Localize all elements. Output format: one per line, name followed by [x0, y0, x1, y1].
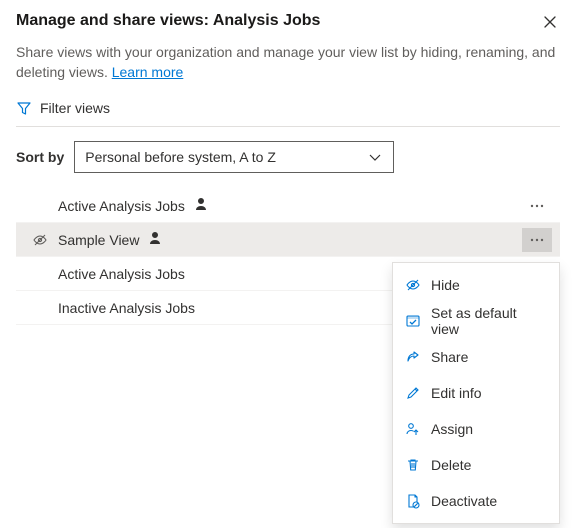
menu-item-assign[interactable]: Assign [393, 411, 559, 447]
view-label: Active Analysis Jobs [58, 198, 185, 214]
default-icon [405, 313, 421, 329]
view-hidden-indicator [28, 232, 52, 248]
delete-icon [405, 457, 421, 473]
menu-item-edit[interactable]: Edit info [393, 375, 559, 411]
more-icon [529, 198, 545, 214]
learn-more-link[interactable]: Learn more [112, 64, 184, 80]
menu-item-delete[interactable]: Delete [393, 447, 559, 483]
hide-icon [32, 232, 48, 248]
share-icon [405, 349, 421, 365]
view-row[interactable]: Sample View [16, 223, 560, 257]
more-actions-button[interactable] [522, 194, 552, 218]
view-label: Inactive Analysis Jobs [58, 300, 195, 316]
person-icon [147, 230, 163, 249]
menu-item-default[interactable]: Set as default view [393, 303, 559, 339]
more-icon [529, 232, 545, 248]
assign-icon [405, 421, 421, 437]
chevron-down-icon [367, 149, 383, 165]
edit-icon [405, 385, 421, 401]
sort-by-label: Sort by [16, 149, 64, 165]
menu-item-label: Hide [431, 277, 460, 293]
panel-description: Share views with your organization and m… [16, 42, 560, 82]
sort-by-selected-value: Personal before system, A to Z [85, 149, 276, 165]
hide-icon [405, 277, 421, 293]
view-context-menu: Hide Set as default view Share Edit info Ass… [392, 262, 560, 524]
menu-item-hide[interactable]: Hide [393, 267, 559, 303]
menu-item-label: Deactivate [431, 493, 497, 509]
sort-by-select[interactable]: Personal before system, A to Z [74, 141, 394, 173]
close-icon [542, 14, 558, 30]
deactivate-icon [405, 493, 421, 509]
more-actions-button[interactable] [522, 228, 552, 252]
description-text: Share views with your organization and m… [16, 44, 555, 80]
person-icon [193, 196, 209, 215]
menu-item-label: Assign [431, 421, 473, 437]
menu-item-label: Set as default view [431, 305, 547, 337]
view-label: Sample View [58, 232, 139, 248]
filter-views-button[interactable]: Filter views [16, 100, 560, 116]
divider [16, 126, 560, 127]
close-button[interactable] [540, 12, 560, 32]
view-label: Active Analysis Jobs [58, 266, 185, 282]
panel-title: Manage and share views: Analysis Jobs [16, 12, 320, 30]
view-row[interactable]: Active Analysis Jobs [16, 189, 560, 223]
menu-item-share[interactable]: Share [393, 339, 559, 375]
filter-icon [16, 100, 32, 116]
menu-item-deactivate[interactable]: Deactivate [393, 483, 559, 519]
menu-item-label: Delete [431, 457, 471, 473]
menu-item-label: Share [431, 349, 468, 365]
filter-views-label: Filter views [40, 100, 110, 116]
menu-item-label: Edit info [431, 385, 482, 401]
